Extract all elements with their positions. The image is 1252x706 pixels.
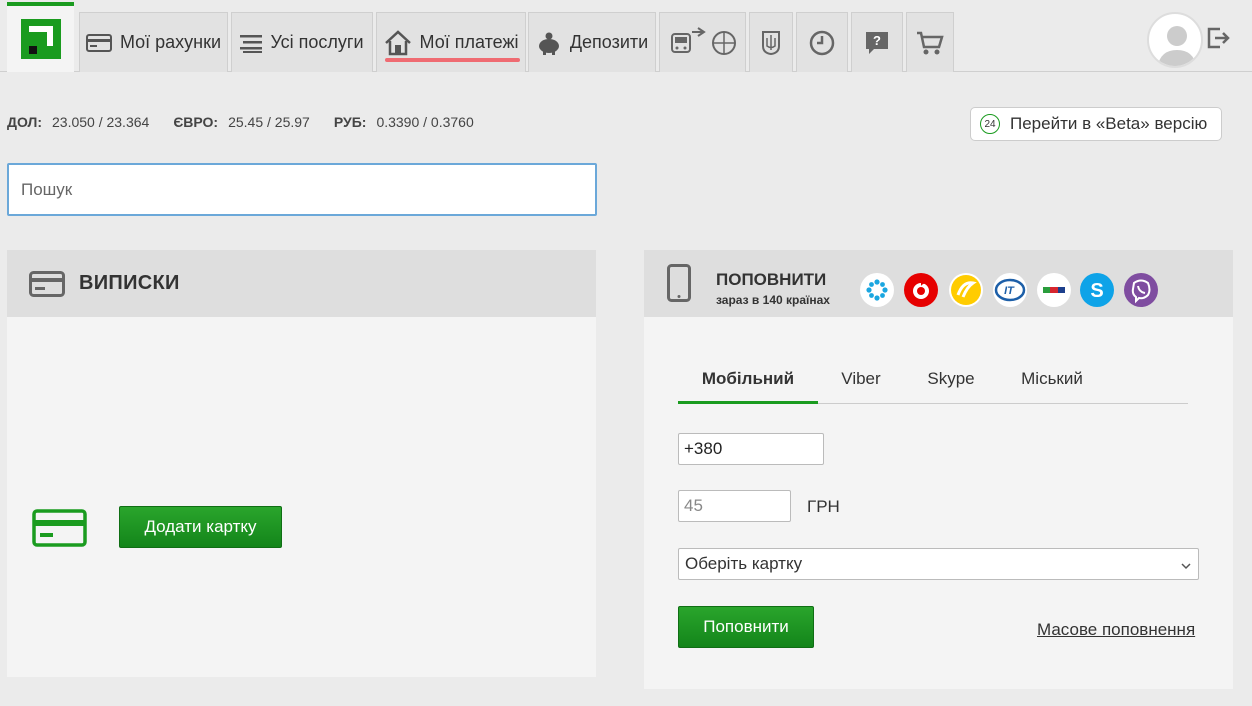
tab-my-accounts[interactable]: Мої рахунки (79, 12, 228, 72)
search-input[interactable] (7, 163, 597, 216)
tab-government-services[interactable] (749, 12, 793, 72)
tab-label: Усі послуги (270, 32, 364, 52)
rate-value: 23.050 / 23.364 (52, 114, 150, 130)
tab-transport-travel[interactable] (659, 12, 746, 72)
svg-text:IT: IT (1004, 285, 1015, 297)
card-icon (29, 270, 65, 297)
phone-number-field[interactable] (678, 433, 824, 465)
vodafone-icon[interactable] (904, 273, 938, 307)
card-icon (85, 33, 112, 53)
kyivstar-icon[interactable] (860, 273, 894, 307)
svg-text:?: ? (873, 33, 881, 48)
active-tab-indicator (385, 58, 520, 62)
tab-landline[interactable]: Міський (1006, 364, 1098, 404)
tab-all-services[interactable]: Усі послуги (231, 12, 373, 72)
home-icon (384, 29, 412, 56)
card-select[interactable]: Оберіть картку (678, 548, 1199, 580)
rate-value: 0.3390 / 0.3760 (376, 114, 474, 130)
mass-topup-link[interactable]: Масове поповнення (1037, 620, 1195, 640)
beta-version-button[interactable]: 24 Перейти в «Beta» версію (970, 107, 1222, 141)
tab-deposits[interactable]: Депозити (528, 12, 656, 72)
intertelecom-icon[interactable]: IT (993, 273, 1027, 307)
statements-title: ВИПИСКИ (79, 272, 180, 294)
list-icon (240, 33, 263, 53)
tab-cart[interactable] (906, 12, 954, 72)
chevron-down-icon (1180, 557, 1192, 577)
privatbank-logo[interactable] (7, 2, 74, 72)
exchange-rates: ДОЛ: 23.050 / 23.364 ЄВРО: 25.45 / 25.97… (7, 114, 498, 130)
user-avatar[interactable] (1147, 12, 1203, 68)
statements-header: ВИПИСКИ (7, 250, 596, 317)
rate-name: РУБ: (333, 114, 367, 130)
tab-label: Депозити (569, 32, 649, 52)
green-card-icon (32, 509, 87, 552)
tab-history[interactable] (796, 12, 848, 72)
mobile-phone-icon (667, 264, 691, 307)
tab-label: Мої рахунки (119, 32, 222, 52)
viber-icon[interactable] (1124, 273, 1158, 307)
card-select-value: Оберіть картку (685, 554, 803, 573)
rate-value: 25.45 / 25.97 (228, 114, 310, 130)
skype-icon[interactable]: S (1080, 273, 1114, 307)
beta-label: Перейти в «Beta» версію (1010, 114, 1208, 133)
privat24-badge-icon: 24 (980, 114, 1000, 134)
svg-text:S: S (1090, 280, 1103, 302)
add-card-button[interactable]: Додати картку (119, 506, 282, 548)
coat-of-arms-icon (762, 30, 780, 55)
tab-help[interactable]: ? (851, 12, 903, 72)
amount-field[interactable] (678, 490, 791, 522)
logo-mark-icon (20, 19, 61, 59)
topup-submit-button[interactable]: Поповнити (678, 606, 814, 648)
tab-my-payments[interactable]: Мої платежі (376, 12, 526, 72)
currency-label: ГРН (807, 497, 840, 516)
cart-icon (916, 30, 944, 56)
tab-skype[interactable]: Skype (916, 364, 986, 404)
piggy-bank-icon (536, 31, 562, 55)
logout-icon[interactable] (1206, 26, 1230, 55)
topup-subtitle: зараз в 140 країнах (716, 293, 830, 307)
rate-name: ЄВРО: (173, 114, 219, 130)
help-icon: ? (864, 30, 890, 56)
transport-travel-icon (668, 26, 738, 60)
topup-tabs: Мобільний Viber Skype Міський (678, 364, 1188, 404)
history-icon (808, 29, 836, 57)
rate-name: ДОЛ: (7, 114, 42, 130)
topup-header: ПОПОВНИТИ зараз в 140 країнах IT S (644, 250, 1233, 317)
topup-panel: ПОПОВНИТИ зараз в 140 країнах IT S Мобіл… (644, 250, 1233, 689)
tab-viber[interactable]: Viber (828, 364, 894, 404)
lifecell-icon[interactable] (949, 273, 983, 307)
tab-label: Мої платежі (419, 32, 519, 52)
tab-mobile[interactable]: Мобільний (678, 364, 818, 404)
peoplenet-icon[interactable] (1037, 273, 1071, 307)
statements-panel: ВИПИСКИ Додати картку (7, 250, 596, 677)
top-navigation: Мої рахунки Усі послуги Мої платежі Депо… (0, 0, 1252, 72)
topup-title: ПОПОВНИТИ (716, 270, 827, 289)
